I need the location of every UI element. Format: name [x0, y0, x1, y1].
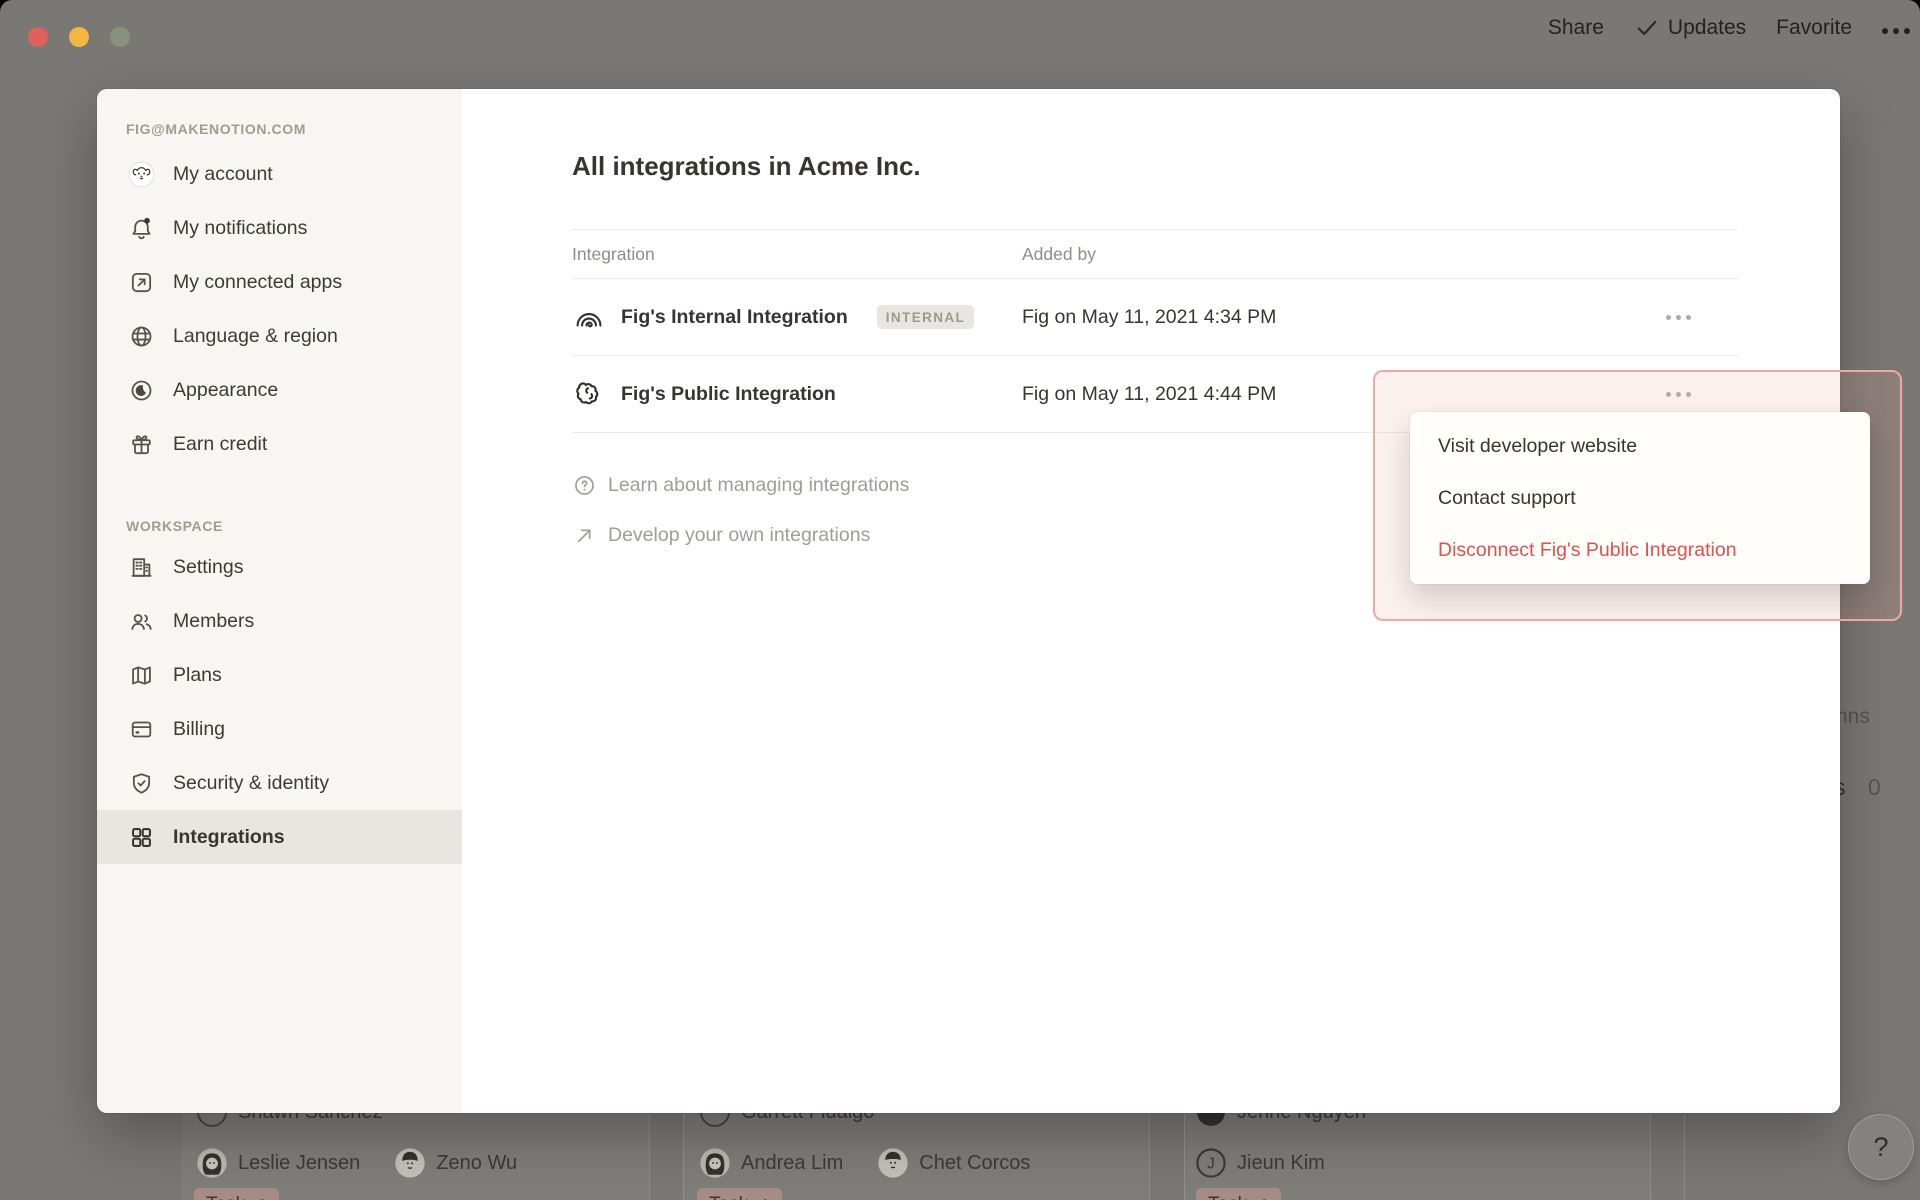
- sidebar-item-label: Billing: [173, 718, 225, 741]
- table-header: Integration Added by: [572, 229, 1738, 279]
- sidebar-item-label: Plans: [173, 664, 222, 687]
- grid-icon: [126, 822, 156, 852]
- task-tag[interactable]: Task: [697, 1188, 782, 1200]
- integration-name: Fig's Internal Integration: [621, 306, 848, 329]
- menu-item-contact-support[interactable]: Contact support: [1410, 472, 1870, 524]
- avatar-man: [394, 1147, 426, 1179]
- integration-name: Fig's Public Integration: [621, 383, 836, 406]
- avatar-woman: [196, 1147, 228, 1179]
- building-icon: [126, 552, 156, 582]
- settings-sidebar: FIG@MAKENOTION.COM My account My notific…: [97, 89, 462, 1113]
- column-header-added-by: Added by: [1022, 244, 1096, 265]
- external-link-icon: [126, 267, 156, 297]
- screenshot-root: Shawn Sanchez Garrett Fidalgo Jenne Nguy…: [0, 0, 1920, 1200]
- sidebar-item-billing[interactable]: Billing: [97, 702, 462, 756]
- bell-icon: [126, 213, 156, 243]
- integration-context-menu: Visit developer website Contact support …: [1410, 412, 1870, 584]
- updates-label: Updates: [1668, 16, 1746, 40]
- sidebar-item-my-notifications[interactable]: My notifications: [97, 201, 462, 255]
- board-person-row[interactable]: Andrea Lim Chet Corcos: [699, 1147, 1030, 1179]
- favorite-label: Favorite: [1776, 16, 1852, 40]
- sidebar-item-label: Members: [173, 610, 254, 633]
- help-button[interactable]: ?: [1848, 1114, 1914, 1180]
- person-name: Zeno Wu: [436, 1152, 517, 1175]
- updates-button[interactable]: Updates: [1634, 15, 1746, 41]
- sidebar-item-label: Integrations: [173, 826, 285, 849]
- page-title: All integrations in Acme Inc.: [572, 151, 1840, 185]
- sidebar-item-label: My notifications: [173, 217, 307, 240]
- cut-text-fragment: nns: [1836, 705, 1870, 729]
- task-tag[interactable]: Task: [1196, 1188, 1281, 1200]
- sidebar-item-label: Earn credit: [173, 433, 267, 456]
- menu-item-disconnect-integration[interactable]: Disconnect Fig's Public Integration: [1410, 524, 1870, 576]
- shield-check-icon: [126, 768, 156, 798]
- sidebar-item-appearance[interactable]: Appearance: [97, 363, 462, 417]
- added-by-value: Fig on May 11, 2021 4:34 PM: [1022, 306, 1276, 329]
- close-button[interactable]: [28, 27, 48, 47]
- app-window: Shawn Sanchez Garrett Fidalgo Jenne Nguy…: [0, 0, 1920, 1200]
- check-icon: [1634, 15, 1660, 41]
- person-name: Jieun Kim: [1237, 1152, 1325, 1175]
- user-avatar: [126, 159, 156, 189]
- sidebar-item-integrations[interactable]: Integrations: [97, 810, 462, 864]
- sidebar-item-label: Appearance: [173, 379, 278, 402]
- column-header-integration: Integration: [572, 244, 655, 265]
- tag-label: Task: [1208, 1194, 1247, 1200]
- rainbow-doodle-icon: [572, 300, 606, 334]
- sidebar-item-plans[interactable]: Plans: [97, 648, 462, 702]
- internal-badge: INTERNAL: [877, 305, 974, 329]
- link-label: Develop your own integrations: [608, 524, 870, 547]
- gift-icon: [126, 429, 156, 459]
- link-label: Learn about managing integrations: [608, 474, 909, 497]
- board-person-row[interactable]: Leslie Jensen Zeno Wu: [196, 1147, 517, 1179]
- sidebar-item-my-account[interactable]: My account: [97, 147, 462, 201]
- sidebar-item-label: Language & region: [173, 325, 338, 348]
- cut-text-fragment: 0: [1868, 774, 1881, 801]
- tag-label: Task: [709, 1194, 748, 1200]
- sidebar-item-members[interactable]: Members: [97, 594, 462, 648]
- topbar-actions: Share Updates Favorite: [1548, 15, 1910, 41]
- arrow-up-right-icon: [572, 523, 597, 548]
- share-label: Share: [1548, 16, 1604, 40]
- account-email: FIG@MAKENOTION.COM: [126, 121, 462, 137]
- sidebar-item-language-region[interactable]: Language & region: [97, 309, 462, 363]
- more-options-icon[interactable]: [1882, 22, 1910, 34]
- row-more-options-icon[interactable]: [1666, 315, 1691, 320]
- credit-card-icon: [126, 714, 156, 744]
- zoom-button[interactable]: [110, 27, 130, 47]
- minimize-button[interactable]: [69, 27, 89, 47]
- added-by-value: Fig on May 11, 2021 4:44 PM: [1022, 383, 1276, 406]
- person-name: Chet Corcos: [919, 1152, 1030, 1175]
- avatar-man: [877, 1147, 909, 1179]
- avatar-woman: [699, 1147, 731, 1179]
- svg-text:J: J: [1207, 1156, 1215, 1173]
- favorite-button[interactable]: Favorite: [1776, 16, 1852, 40]
- sidebar-item-label: Settings: [173, 556, 243, 579]
- sidebar-item-label: My account: [173, 163, 273, 186]
- share-button[interactable]: Share: [1548, 16, 1604, 40]
- person-name: Andrea Lim: [741, 1152, 843, 1175]
- sidebar-item-label: Security & identity: [173, 772, 329, 795]
- map-icon: [126, 660, 156, 690]
- globe-icon: [126, 321, 156, 351]
- menu-item-visit-developer-website[interactable]: Visit developer website: [1410, 420, 1870, 472]
- brain-doodle-icon: [572, 377, 606, 411]
- sidebar-item-settings[interactable]: Settings: [97, 540, 462, 594]
- workspace-section-label: WORKSPACE: [126, 518, 462, 536]
- sidebar-item-label: My connected apps: [173, 271, 342, 294]
- table-row: Fig's Internal Integration INTERNAL Fig …: [572, 279, 1738, 356]
- people-icon: [126, 606, 156, 636]
- task-tag[interactable]: Task: [194, 1188, 279, 1200]
- board-person-row[interactable]: J Jieun Kim: [1195, 1147, 1325, 1179]
- sidebar-item-earn-credit[interactable]: Earn credit: [97, 417, 462, 471]
- avatar-letter-j: J: [1195, 1147, 1227, 1179]
- person-name: Leslie Jensen: [238, 1152, 360, 1175]
- help-circle-icon: [572, 473, 597, 498]
- tag-label: Task: [206, 1194, 245, 1200]
- moon-icon: [126, 375, 156, 405]
- window-controls: [28, 27, 130, 47]
- sidebar-item-my-connected-apps[interactable]: My connected apps: [97, 255, 462, 309]
- help-label: ?: [1873, 1132, 1888, 1163]
- sidebar-item-security-identity[interactable]: Security & identity: [97, 756, 462, 810]
